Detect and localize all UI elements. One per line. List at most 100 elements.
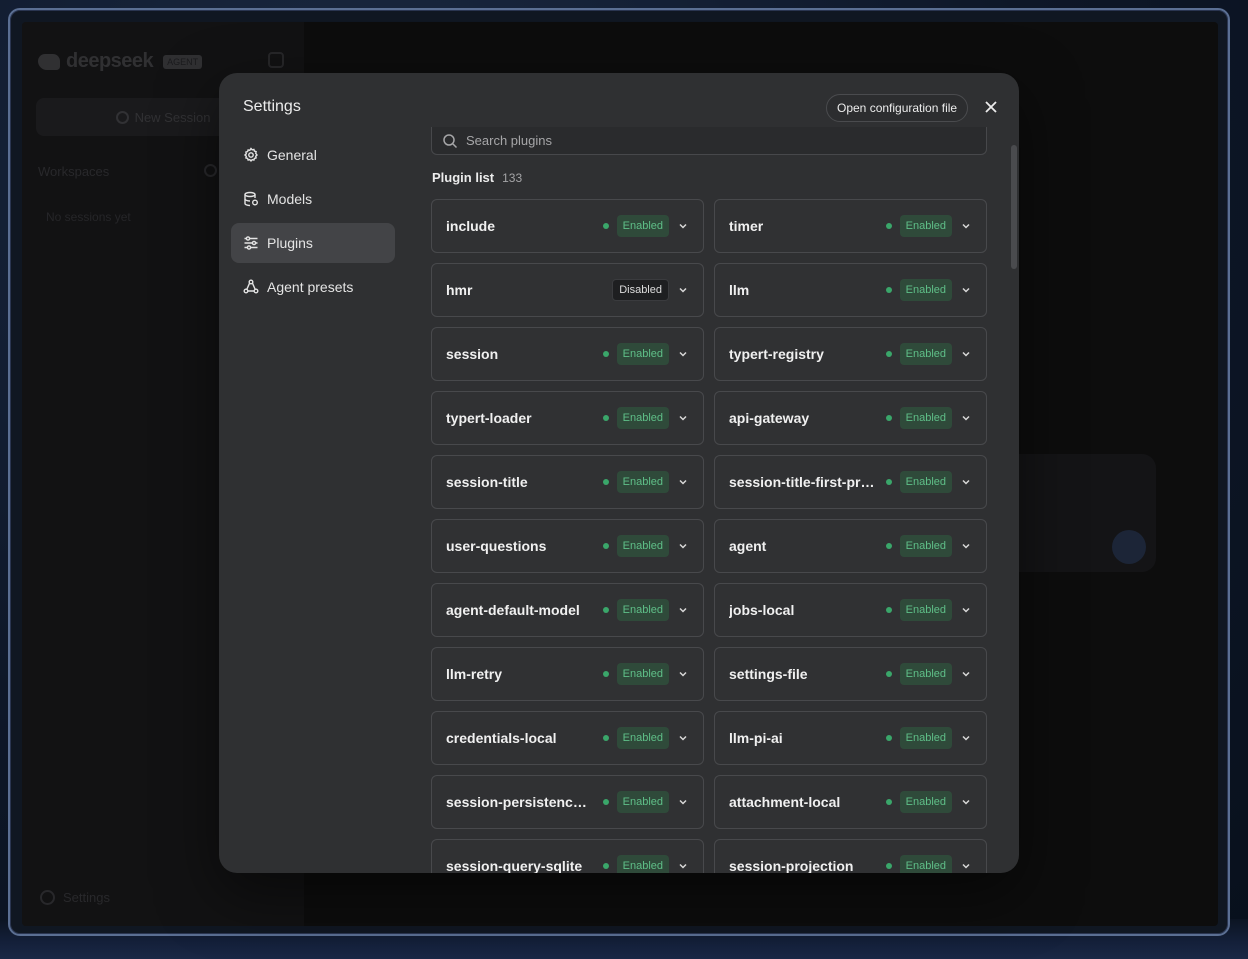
plugin-name: credentials-local bbox=[446, 730, 557, 746]
plugin-card[interactable]: session-title-first-pr… Enabled bbox=[714, 455, 987, 509]
chevron-down-icon[interactable] bbox=[677, 284, 689, 296]
plugin-card[interactable]: llm Enabled bbox=[714, 263, 987, 317]
status-badge[interactable]: Enabled bbox=[616, 599, 669, 621]
plugin-name: typert-loader bbox=[446, 410, 532, 426]
plugin-card[interactable]: session-query-sqlite Enabled bbox=[431, 839, 704, 873]
plugin-card[interactable]: agent Enabled bbox=[714, 519, 987, 573]
plugin-name: session-title bbox=[446, 474, 528, 490]
status-badge[interactable]: Enabled bbox=[616, 535, 669, 557]
chevron-down-icon[interactable] bbox=[677, 348, 689, 360]
status-badge[interactable]: Enabled bbox=[899, 215, 952, 237]
status-badge[interactable]: Enabled bbox=[899, 407, 952, 429]
status-badge[interactable]: Enabled bbox=[616, 215, 669, 237]
plugin-list-title: Plugin list bbox=[432, 170, 495, 185]
status-dot bbox=[885, 351, 892, 357]
status-badge[interactable]: Enabled bbox=[616, 791, 669, 813]
plugin-card[interactable]: session Enabled bbox=[431, 327, 704, 381]
agent-icon bbox=[243, 279, 259, 294]
plugin-name: llm bbox=[729, 282, 750, 298]
plugin-card[interactable]: api-gateway Enabled bbox=[714, 391, 987, 445]
plugin-card[interactable]: include Enabled bbox=[431, 199, 704, 253]
search-plugins-input[interactable]: Search plugins bbox=[431, 127, 987, 155]
nav-item-plugins[interactable]: Plugins bbox=[231, 223, 395, 263]
status-dot bbox=[885, 479, 892, 485]
nav-label-agent-presets: Agent presets bbox=[267, 279, 354, 295]
plugin-card[interactable]: agent-default-model Enabled bbox=[431, 583, 704, 637]
status-badge[interactable]: Enabled bbox=[899, 471, 952, 493]
plugin-card[interactable]: typert-registry Enabled bbox=[714, 327, 987, 381]
plugin-name: include bbox=[446, 218, 496, 234]
chevron-down-icon[interactable] bbox=[677, 412, 689, 424]
status-badge[interactable]: Enabled bbox=[899, 663, 952, 685]
status-dot bbox=[885, 415, 892, 421]
chevron-down-icon[interactable] bbox=[677, 220, 689, 232]
plugin-card[interactable]: user-questions Enabled bbox=[431, 519, 704, 573]
status-badge[interactable]: Enabled bbox=[899, 599, 952, 621]
nav-item-models[interactable]: Models bbox=[231, 179, 395, 219]
status-badge[interactable]: Enabled bbox=[616, 727, 669, 749]
plugin-card[interactable]: session-projection Enabled bbox=[714, 839, 987, 873]
chevron-down-icon[interactable] bbox=[960, 668, 972, 680]
chevron-down-icon[interactable] bbox=[677, 796, 689, 808]
status-badge[interactable]: Enabled bbox=[616, 663, 669, 685]
open-config-button[interactable]: Open configuration file bbox=[826, 94, 969, 122]
chevron-down-icon[interactable] bbox=[677, 540, 689, 552]
status-badge[interactable]: Enabled bbox=[899, 855, 952, 873]
scrollbar[interactable] bbox=[1011, 145, 1017, 269]
status-badge[interactable]: Enabled bbox=[899, 535, 952, 557]
chevron-down-icon[interactable] bbox=[960, 604, 972, 616]
plugin-name: settings-file bbox=[729, 666, 808, 682]
search-placeholder: Search plugins bbox=[466, 133, 552, 148]
status-badge[interactable]: Enabled bbox=[616, 407, 669, 429]
nav-item-general[interactable]: General bbox=[231, 135, 395, 175]
plugin-name: agent bbox=[729, 538, 767, 554]
status-badge[interactable]: Enabled bbox=[616, 471, 669, 493]
status-dot bbox=[602, 607, 609, 613]
status-dot bbox=[885, 735, 892, 741]
chevron-down-icon[interactable] bbox=[960, 732, 972, 744]
status-badge[interactable]: Disabled bbox=[612, 279, 669, 301]
status-dot bbox=[885, 287, 892, 293]
chevron-down-icon[interactable] bbox=[960, 284, 972, 296]
chevron-down-icon[interactable] bbox=[677, 476, 689, 488]
chevron-down-icon[interactable] bbox=[960, 348, 972, 360]
modal-title: Settings bbox=[243, 98, 301, 115]
plugin-card[interactable]: llm-pi-ai Enabled bbox=[714, 711, 987, 765]
chevron-down-icon[interactable] bbox=[960, 412, 972, 424]
plugin-card[interactable]: session-title Enabled bbox=[431, 455, 704, 509]
plugin-name: typert-registry bbox=[729, 346, 824, 362]
chevron-down-icon[interactable] bbox=[960, 540, 972, 552]
chevron-down-icon[interactable] bbox=[960, 220, 972, 232]
plugin-card[interactable]: credentials-local Enabled bbox=[431, 711, 704, 765]
status-dot bbox=[602, 863, 609, 869]
chevron-down-icon[interactable] bbox=[960, 860, 972, 872]
plugin-card[interactable]: settings-file Enabled bbox=[714, 647, 987, 701]
chevron-down-icon[interactable] bbox=[677, 860, 689, 872]
plugin-card[interactable]: timer Enabled bbox=[714, 199, 987, 253]
plugin-card[interactable]: jobs-local Enabled bbox=[714, 583, 987, 637]
status-badge[interactable]: Enabled bbox=[616, 343, 669, 365]
plugins-panel: Search plugins Plugin list 133 include En… bbox=[431, 127, 1003, 873]
nav-item-agent-presets[interactable]: Agent presets bbox=[231, 267, 395, 307]
status-badge[interactable]: Enabled bbox=[899, 279, 952, 301]
chevron-down-icon[interactable] bbox=[677, 668, 689, 680]
plugin-card[interactable]: attachment-local Enabled bbox=[714, 775, 987, 829]
plugin-card[interactable]: typert-loader Enabled bbox=[431, 391, 704, 445]
status-badge[interactable]: Enabled bbox=[899, 727, 952, 749]
close-button[interactable] bbox=[981, 97, 1001, 117]
chevron-down-icon[interactable] bbox=[677, 604, 689, 616]
status-badge[interactable]: Enabled bbox=[616, 855, 669, 873]
search-icon bbox=[443, 133, 458, 148]
plugin-card[interactable]: session-persistenc… Enabled bbox=[431, 775, 704, 829]
status-dot bbox=[885, 799, 892, 805]
chevron-down-icon[interactable] bbox=[960, 476, 972, 488]
chevron-down-icon[interactable] bbox=[677, 732, 689, 744]
plugin-name: llm-retry bbox=[446, 666, 503, 682]
status-badge[interactable]: Enabled bbox=[899, 343, 952, 365]
plugin-card[interactable]: llm-retry Enabled bbox=[431, 647, 704, 701]
chevron-down-icon[interactable] bbox=[960, 796, 972, 808]
plugin-card[interactable]: hmr Disabled bbox=[431, 263, 704, 317]
plugin-name: session-title-first-pr… bbox=[729, 474, 875, 490]
status-badge[interactable]: Enabled bbox=[899, 791, 952, 813]
plugin-name: user-questions bbox=[446, 538, 547, 554]
